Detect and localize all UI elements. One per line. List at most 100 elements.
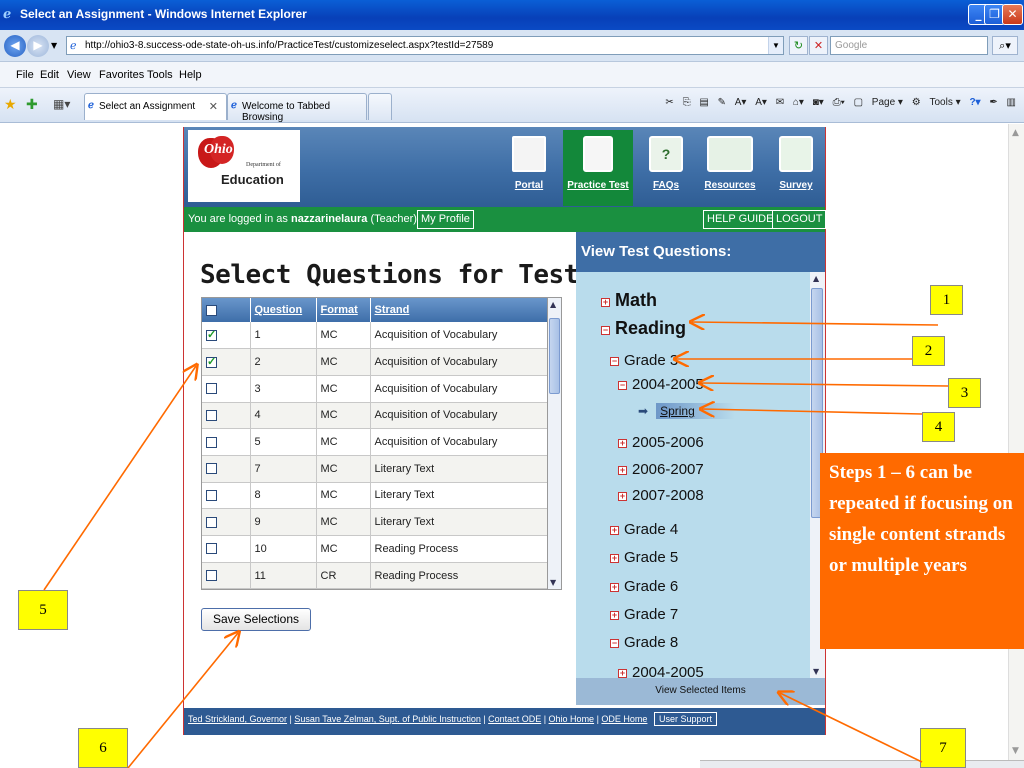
search-input[interactable]: Google — [830, 36, 988, 55]
quick-tabs-icon[interactable]: ▦▾ — [53, 97, 70, 111]
add-favorite-icon[interactable]: ✚ — [26, 96, 38, 113]
footer-link-ode-home[interactable]: ODE Home — [601, 714, 647, 724]
table-scrollbar[interactable]: ▲ ▼ — [548, 297, 562, 590]
collapse-icon[interactable]: − — [601, 326, 610, 335]
new-tab-button[interactable] — [368, 93, 392, 120]
tree-node-math[interactable]: + Math — [601, 290, 657, 311]
research-icon[interactable]: ✒ — [989, 97, 997, 108]
row-checkbox-cell[interactable] — [202, 322, 251, 350]
tree-node-2004-2005[interactable]: −2004-2005 — [618, 376, 704, 393]
table-row[interactable]: 3 MC Acquisition of Vocabulary — [202, 375, 547, 403]
table-row[interactable]: 8 MC Literary Text — [202, 482, 547, 510]
select-question-checkbox[interactable] — [206, 383, 217, 395]
row-checkbox-cell[interactable] — [202, 375, 251, 403]
cut-icon[interactable]: ✂ — [665, 97, 673, 108]
table-row[interactable]: 2MCAcquisition of Vocabulary — [202, 348, 547, 376]
encyclopedia-icon[interactable]: ▥ — [1007, 97, 1016, 108]
tree-node-2007-2008[interactable]: +2007-2008 — [618, 487, 704, 504]
nav-faqs[interactable]: ? FAQs — [645, 130, 687, 206]
back-button[interactable]: ◀ — [4, 35, 26, 57]
scroll-down-icon[interactable]: ▼ — [550, 578, 556, 587]
collapse-icon[interactable]: − — [610, 357, 619, 366]
view-selected-items-button[interactable]: View Selected Items — [576, 678, 825, 705]
column-strand[interactable]: Strand — [370, 298, 547, 322]
home-icon[interactable]: ⌂▾ — [793, 97, 804, 108]
scroll-up-icon[interactable]: ▲ — [813, 274, 819, 283]
copy-icon[interactable]: ⎘ — [683, 97, 691, 108]
nav-practice-test[interactable]: Practice Test — [563, 130, 633, 206]
table-row[interactable]: 7 MC Literary Text — [202, 455, 547, 483]
highlight-icon[interactable]: A▾ — [735, 97, 747, 108]
tab-select-assignment[interactable]: ℯ Select an Assignment ✕ — [84, 93, 227, 120]
select-question-checkbox[interactable] — [206, 436, 217, 448]
tree-node-grade-7[interactable]: + Grade 7 — [610, 606, 678, 623]
row-checkbox-cell[interactable] — [202, 402, 251, 430]
history-dropdown-icon[interactable]: ▼ — [51, 41, 57, 50]
stop-button[interactable]: ✕ — [809, 36, 828, 55]
tree-node-2005-2006[interactable]: +2005-2006 — [618, 434, 704, 451]
footer-link-ohio-home[interactable]: Ohio Home — [549, 714, 595, 724]
my-profile-button[interactable]: My Profile — [417, 210, 474, 229]
row-checkbox-cell[interactable] — [202, 535, 251, 563]
select-question-checkbox[interactable] — [206, 490, 217, 502]
nav-resources[interactable]: Resources — [700, 130, 760, 206]
address-dropdown-icon[interactable]: ▼ — [768, 37, 783, 54]
page-menu-button[interactable]: ▢ Page ▾ — [854, 97, 903, 108]
select-question-checkbox[interactable] — [206, 355, 217, 368]
collapse-icon[interactable]: − — [610, 639, 619, 648]
expand-icon[interactable]: + — [618, 466, 627, 475]
menu-file[interactable]: File — [16, 69, 34, 81]
row-checkbox-cell[interactable] — [202, 562, 251, 589]
table-scroll-thumb[interactable] — [549, 318, 560, 394]
row-checkbox-cell[interactable] — [202, 508, 251, 536]
nav-survey[interactable]: Survey — [773, 130, 819, 206]
collapse-icon[interactable]: − — [618, 381, 627, 390]
mail-icon[interactable]: ✉ — [776, 97, 784, 108]
pen-icon[interactable]: ✎ — [718, 97, 726, 108]
scroll-down-icon[interactable]: ▼ — [813, 667, 819, 676]
footer-link-governor[interactable]: Ted Strickland, Governor — [188, 714, 287, 724]
scroll-down-icon[interactable]: ▼ — [1012, 746, 1019, 756]
tree-node-grade-5[interactable]: + Grade 5 — [610, 549, 678, 566]
tree-node-grade-8[interactable]: − Grade 8 — [610, 634, 678, 651]
table-row[interactable]: 4 MC Acquisition of Vocabulary — [202, 402, 547, 430]
user-support-button[interactable]: User Support — [653, 712, 717, 726]
expand-icon[interactable]: + — [610, 526, 619, 535]
footer-link-supt[interactable]: Susan Tave Zelman, Supt. of Public Instr… — [294, 714, 480, 724]
expand-icon[interactable]: + — [618, 669, 627, 678]
expand-icon[interactable]: + — [610, 611, 619, 620]
forward-button[interactable]: ▶ — [27, 35, 49, 57]
column-format[interactable]: Format — [316, 298, 371, 322]
nav-portal[interactable]: Portal — [505, 130, 553, 206]
tree-node-grade-6[interactable]: + Grade 6 — [610, 578, 678, 595]
refresh-button[interactable]: ↻ — [789, 36, 808, 55]
ode-logo[interactable]: Ohio Department of Education — [188, 130, 300, 202]
table-row[interactable]: 10 MC Reading Process — [202, 535, 547, 563]
table-row[interactable]: 11 CR Reading Process — [202, 562, 547, 589]
footer-link-contact[interactable]: Contact ODE — [488, 714, 541, 724]
select-all-checkbox[interactable] — [206, 304, 217, 316]
print-icon[interactable]: ⎙▾ — [833, 97, 845, 108]
save-selections-button[interactable]: Save Selections — [201, 608, 311, 631]
tree-node-2004-2005[interactable]: +2004-2005 — [618, 664, 704, 678]
expand-icon[interactable]: + — [618, 492, 627, 501]
font-color-icon[interactable]: A▾ — [755, 97, 767, 108]
tree-node-grade-3[interactable]: − Grade 3 — [610, 352, 678, 369]
expand-icon[interactable]: + — [610, 554, 619, 563]
select-question-checkbox[interactable] — [206, 570, 217, 582]
expand-icon[interactable]: + — [618, 439, 627, 448]
logout-button[interactable]: LOGOUT — [772, 210, 827, 229]
favorites-star-icon[interactable]: ★ — [4, 96, 17, 113]
select-question-checkbox[interactable] — [206, 543, 217, 555]
tools-menu-button[interactable]: ⚙ Tools ▾ — [912, 97, 961, 108]
page-scrollbar[interactable]: ▲ ▼ — [1008, 124, 1024, 760]
row-checkbox-cell[interactable] — [202, 428, 251, 456]
tree-node-grade-4[interactable]: + Grade 4 — [610, 521, 678, 538]
menu-favorites[interactable]: Favorites — [99, 69, 144, 81]
close-window-button[interactable]: ✕ — [1002, 4, 1023, 25]
menu-tools[interactable]: Tools — [147, 69, 173, 81]
expand-icon[interactable]: + — [610, 583, 619, 592]
scroll-up-icon[interactable]: ▲ — [550, 300, 556, 309]
help-guide-button[interactable]: HELP GUIDE — [703, 210, 778, 229]
column-question[interactable]: Question — [250, 298, 317, 322]
